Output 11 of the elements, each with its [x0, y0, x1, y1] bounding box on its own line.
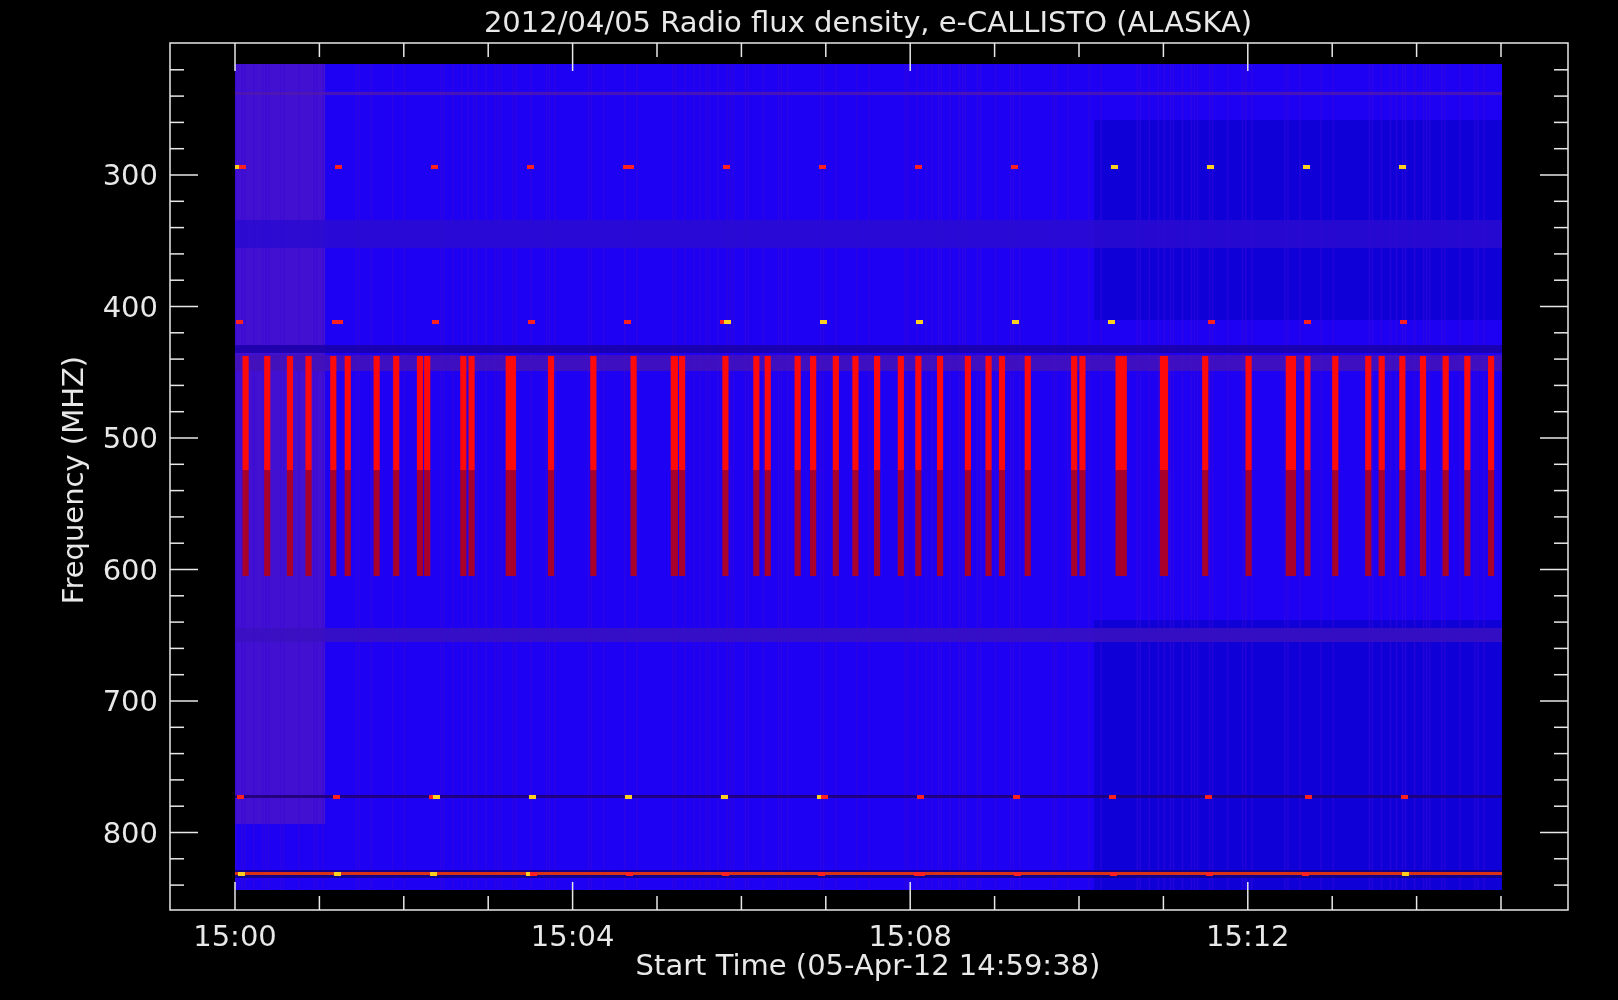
y-tick-label: 800	[102, 815, 158, 850]
x-tick-label: 15:12	[1206, 919, 1290, 953]
y-tick-label: 300	[102, 158, 158, 192]
x-tick-label: 15:04	[530, 919, 615, 953]
x-tick-label: 15:00	[193, 919, 277, 953]
y-tick-label: 700	[102, 684, 158, 718]
y-tick-label: 500	[102, 421, 158, 455]
y-axis-label: Frequency (MHZ)	[56, 355, 90, 605]
y-tick-label: 600	[102, 552, 158, 587]
plot-title: 2012/04/05 Radio flux density, e-CALLISTO (ALASKA)	[483, 5, 1253, 39]
y-tick-label: 400	[102, 289, 158, 324]
